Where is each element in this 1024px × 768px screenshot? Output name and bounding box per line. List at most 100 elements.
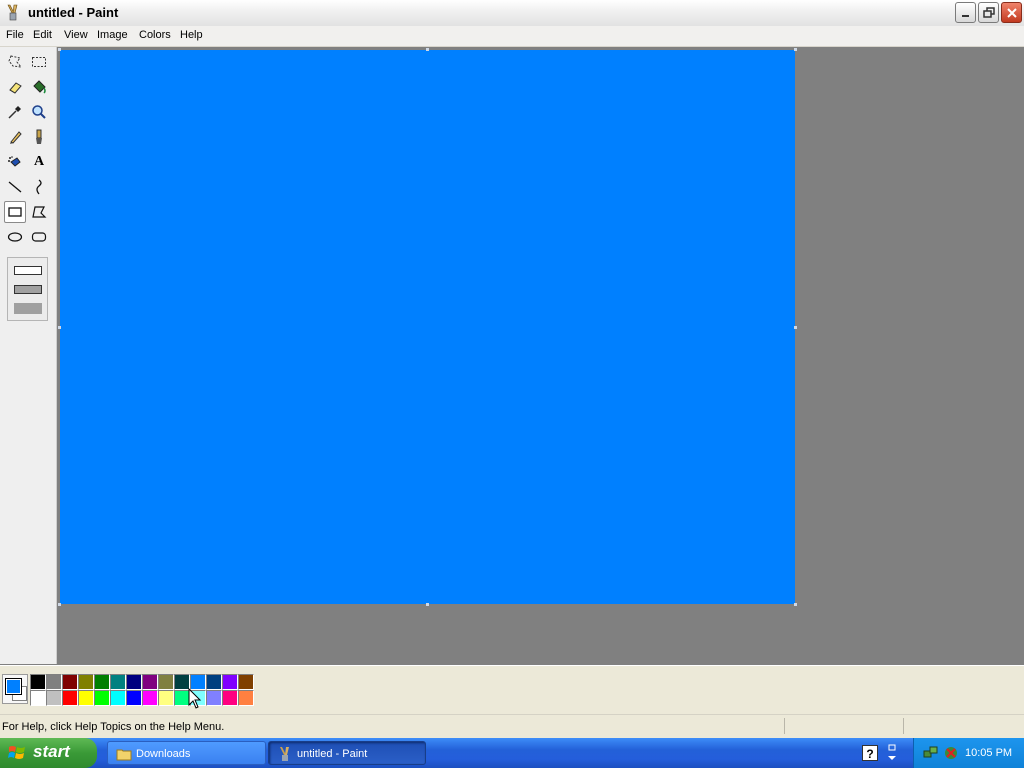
color-palette-bar (0, 665, 1024, 715)
network-icon (923, 746, 938, 758)
status-text: For Help, click Help Topics on the Help … (2, 721, 225, 733)
canvas-handle (58, 326, 61, 329)
pencil-icon (10, 131, 22, 144)
pencil-tool[interactable] (4, 126, 26, 148)
help-icon[interactable]: ? (862, 745, 878, 761)
pick-color-tool[interactable] (4, 101, 26, 123)
restore-button[interactable] (978, 2, 999, 23)
select-tool[interactable] (28, 51, 50, 73)
status-separator (784, 718, 785, 734)
foreground-color-swatch (5, 678, 22, 695)
rectangle-tool[interactable] (4, 201, 26, 223)
fill-style-outline[interactable] (14, 266, 42, 275)
color-swatch[interactable] (46, 674, 62, 690)
color-swatches (30, 674, 254, 706)
rectangle-icon (8, 207, 22, 217)
color-swatch[interactable] (110, 674, 126, 690)
color-swatch[interactable] (62, 690, 78, 706)
toolbox: A (0, 47, 57, 664)
rounded-rectangle-icon (31, 232, 47, 242)
color-swatch[interactable] (46, 690, 62, 706)
menu-edit[interactable]: Edit (33, 29, 52, 41)
color-swatch[interactable] (126, 674, 142, 690)
menu-view[interactable]: View (64, 29, 88, 41)
color-swatch[interactable] (78, 690, 94, 706)
curve-tool[interactable] (28, 176, 50, 198)
current-colors (2, 674, 28, 704)
color-swatch[interactable] (222, 690, 238, 706)
clock: 10:05 PM (965, 747, 1013, 759)
color-swatch[interactable] (94, 690, 110, 706)
color-swatch[interactable] (142, 690, 158, 706)
canvas-handle[interactable] (794, 326, 797, 329)
airbrush-icon (8, 156, 21, 167)
canvas-handle[interactable] (794, 603, 797, 606)
canvas-handle (58, 603, 61, 606)
text-tool[interactable]: A (28, 151, 50, 173)
windows-logo-icon (8, 746, 25, 759)
menu-help[interactable]: Help (180, 29, 203, 41)
drawing-canvas[interactable] (60, 50, 795, 604)
canvas-handle (426, 48, 429, 51)
color-swatch[interactable] (238, 674, 254, 690)
start-label: start (33, 742, 70, 761)
taskbar-item-label: Downloads (136, 748, 191, 760)
menu-colors[interactable]: Colors (139, 29, 171, 41)
rounded-rectangle-tool[interactable] (28, 226, 50, 248)
color-swatch[interactable] (94, 674, 110, 690)
color-swatch[interactable] (222, 674, 238, 690)
status-separator (903, 718, 904, 734)
color-swatch[interactable] (110, 690, 126, 706)
taskbar-item-paint[interactable]: untitled - Paint (268, 741, 426, 765)
color-swatch[interactable] (238, 690, 254, 706)
color-swatch[interactable] (158, 674, 174, 690)
brush-icon (36, 129, 42, 144)
security-alert-icon (945, 747, 957, 759)
color-swatch[interactable] (206, 674, 222, 690)
paint-bucket-icon (33, 80, 46, 94)
status-bar: For Help, click Help Topics on the Help … (0, 714, 1024, 738)
eraser-icon (9, 82, 22, 94)
free-form-select-icon (8, 55, 23, 68)
canvas-handle (794, 48, 797, 51)
color-swatch[interactable] (30, 690, 46, 706)
fill-with-color-tool[interactable] (28, 76, 50, 98)
taskbar-item-label: untitled - Paint (297, 748, 368, 760)
color-swatch[interactable] (142, 674, 158, 690)
color-swatch[interactable] (126, 690, 142, 706)
eraser-tool[interactable] (4, 76, 26, 98)
free-form-select-tool[interactable] (4, 51, 26, 73)
canvas-handle[interactable] (426, 603, 429, 606)
brush-tool[interactable] (28, 126, 50, 148)
magnifier-tool[interactable] (28, 101, 50, 123)
ellipse-tool[interactable] (4, 226, 26, 248)
minimize-icon (962, 15, 969, 17)
minimize-button[interactable] (955, 2, 976, 23)
system-tray: 10:05 PM (913, 738, 1024, 768)
restore-icon (983, 7, 995, 18)
start-button[interactable]: start (0, 738, 97, 768)
airbrush-tool[interactable] (4, 151, 26, 173)
color-swatch[interactable] (78, 674, 94, 690)
close-icon (1007, 8, 1017, 18)
color-swatch[interactable] (206, 690, 222, 706)
color-swatch[interactable] (30, 674, 46, 690)
fill-style-options (7, 257, 48, 321)
menu-image[interactable]: Image (97, 29, 128, 41)
taskbar-item-downloads[interactable]: Downloads (107, 741, 266, 765)
menu-file[interactable]: File (6, 29, 24, 41)
polygon-icon (32, 206, 47, 218)
color-swatch[interactable] (62, 674, 78, 690)
mouse-cursor (188, 688, 202, 709)
fill-style-fill-only[interactable] (14, 303, 42, 314)
title-bar: untitled - Paint (0, 0, 1024, 27)
select-rectangle-icon (32, 57, 46, 67)
language-bar-icon[interactable] (886, 744, 898, 764)
color-swatch[interactable] (158, 690, 174, 706)
paint-app-icon (7, 4, 18, 21)
magnifier-icon (32, 105, 46, 119)
line-tool[interactable] (4, 176, 26, 198)
fill-style-outline-fill[interactable] (14, 285, 42, 294)
polygon-tool[interactable] (28, 201, 50, 223)
close-button[interactable] (1001, 2, 1022, 23)
